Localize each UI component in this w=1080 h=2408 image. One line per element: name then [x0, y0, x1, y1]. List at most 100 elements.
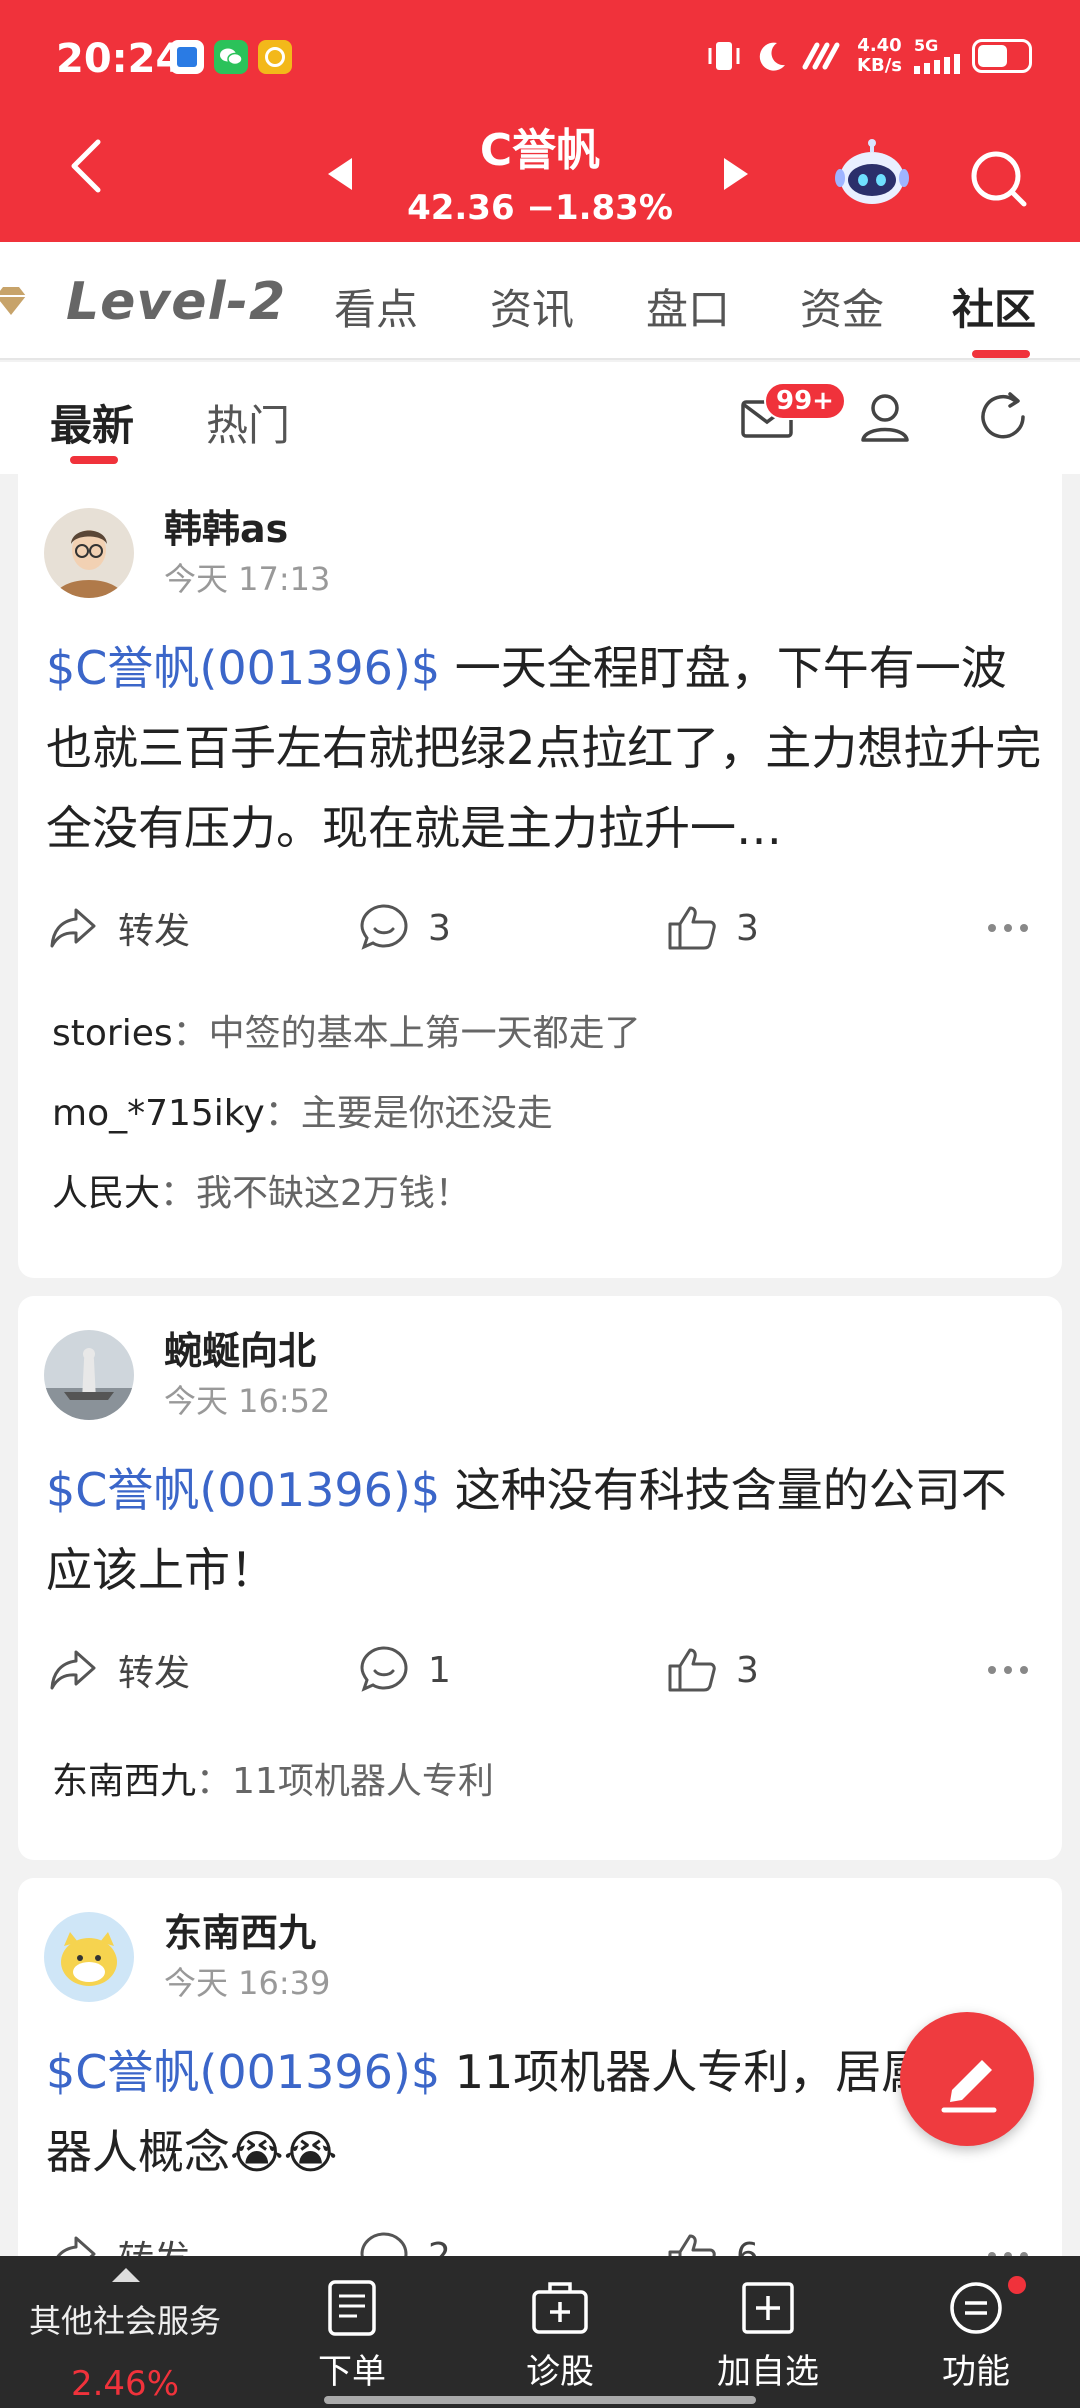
reply-item[interactable]: stories：中签的基本上第一天都走了 [52, 1004, 641, 1056]
battery-fill [978, 45, 1007, 67]
reply-item[interactable]: mo_*715iky：主要是你还没走 [52, 1084, 553, 1136]
coin-app-icon [258, 40, 292, 74]
reply-text: 中签的基本上第一天都走了 [208, 1013, 641, 1054]
post-author[interactable]: 东南西九 [164, 1902, 316, 1957]
share-label: 转发 [118, 911, 191, 952]
like-count: 3 [736, 1649, 759, 1691]
like-button[interactable]: 3 [666, 902, 759, 954]
comment-icon [360, 1646, 408, 1692]
refresh-icon[interactable] [974, 388, 1032, 446]
more-options-icon[interactable] [988, 924, 1028, 932]
sector-label: 其他社会服务 [28, 2302, 221, 2340]
avatar[interactable] [44, 1330, 134, 1420]
order-button[interactable]: 下单 [272, 2278, 432, 2393]
search-icon[interactable] [966, 146, 1030, 210]
order-label: 下单 [318, 2352, 386, 2392]
pencil-icon [941, 2060, 997, 2113]
level2-tab[interactable]: Level-2 [66, 272, 286, 332]
post-time: 今天 17:13 [164, 560, 331, 598]
post-time: 今天 16:52 [164, 1382, 331, 1420]
order-doc-icon [328, 2280, 376, 2336]
plus-square-icon [742, 2282, 794, 2334]
reply-text: 11项机器人专利 [232, 1761, 494, 1802]
user-icon[interactable] [856, 388, 914, 446]
more-options-icon[interactable] [988, 1666, 1028, 1674]
next-stock-button[interactable] [724, 158, 748, 190]
stock-tag-link[interactable]: $C誉帆(001396)$ [46, 641, 440, 695]
tab-hot[interactable]: 热门 [206, 392, 290, 453]
tab-kandian[interactable]: 看点 [334, 276, 418, 337]
tab-order-book[interactable]: 盘口 [646, 276, 730, 337]
post-actions: 转发 1 3 [18, 1644, 1062, 1704]
reply-item[interactable]: 人民大：我不缺这2万钱！ [52, 1164, 471, 1216]
comment-button[interactable]: 1 [358, 1644, 451, 1696]
post-author[interactable]: 蜿蜒向北 [164, 1320, 316, 1375]
comment-count: 1 [428, 1649, 451, 1691]
message-badge: 99+ [764, 382, 846, 420]
status-time: 20:24 [56, 36, 184, 82]
net-speed-value: 4.40 [857, 35, 902, 56]
diagnose-button[interactable]: 诊股 [480, 2278, 640, 2393]
net-speed: 4.40 KB/s [857, 36, 902, 76]
share-button[interactable]: 转发 [48, 902, 190, 954]
moon-icon [759, 42, 786, 71]
functions-button[interactable]: 功能 [896, 2278, 1056, 2393]
secondary-tab-bar: 最新 热门 99+ [0, 362, 1080, 474]
comment-icon [360, 904, 408, 950]
post-content[interactable]: $C誉帆(001396)$ 这种没有科技含量的公司不应该上市！ [46, 1450, 1046, 1610]
signal-brand-icon [802, 42, 840, 70]
avatar[interactable] [44, 1912, 134, 2002]
share-icon [50, 908, 96, 948]
home-indicator[interactable] [324, 2396, 756, 2404]
wechat-icon [214, 40, 248, 74]
network-type: 5G [914, 36, 939, 55]
like-button[interactable]: 3 [666, 1644, 759, 1696]
app-header: 20:24 4.40 KB/s 5G C誉帆 42.36 −1.83% [0, 0, 1080, 242]
avatar[interactable] [44, 508, 134, 598]
tab-news[interactable]: 资讯 [490, 276, 574, 337]
reply-text: 主要是你还没走 [300, 1093, 553, 1134]
sector-change: 2.46% [70, 2364, 179, 2404]
sector-indicator[interactable]: 其他社会服务 2.46% [0, 2296, 250, 2404]
tab-community[interactable]: 社区 [952, 276, 1036, 337]
active-subtab-indicator [70, 456, 118, 464]
tab-funds[interactable]: 资金 [800, 276, 884, 337]
comment-count: 3 [428, 907, 451, 949]
like-count: 3 [736, 907, 759, 949]
post-content[interactable]: $C誉帆(001396)$ 11项机器人专利，居属于机器人概念😭😭 [46, 2032, 1046, 2192]
post-author[interactable]: 韩韩as [164, 498, 288, 553]
diamond-icon [0, 287, 26, 315]
primary-tab-bar: Level-2 看点 资讯 盘口 资金 社区 [0, 242, 1080, 360]
menu-circle-icon [950, 2282, 1002, 2334]
reply-author: 人民大 [52, 1173, 161, 1214]
post-card[interactable]: 蜿蜒向北 今天 16:52 $C誉帆(001396)$ 这种没有科技含量的公司不… [18, 1296, 1062, 1860]
add-watchlist-button[interactable]: 加自选 [688, 2278, 848, 2393]
reply-author: stories [52, 1013, 173, 1054]
compose-post-button[interactable] [900, 2012, 1034, 2146]
functions-label: 功能 [942, 2352, 1010, 2392]
post-content[interactable]: $C誉帆(001396)$ 一天全程盯盘，下午有一波也就三百手左右就把绿2点拉红… [46, 628, 1046, 868]
stock-title: C誉帆 [479, 125, 601, 176]
expand-up-icon[interactable] [112, 2268, 140, 2282]
signal-icon [914, 54, 960, 74]
stock-nav-bar: C誉帆 42.36 −1.83% [0, 110, 1080, 242]
share-button[interactable]: 转发 [48, 1644, 190, 1696]
reply-author: mo_*715iky [52, 1093, 265, 1134]
stock-tag-link[interactable]: $C誉帆(001396)$ [46, 1463, 440, 1517]
medical-kit-icon [532, 2282, 588, 2334]
stock-tag-link[interactable]: $C誉帆(001396)$ [46, 2045, 440, 2099]
battery-icon [972, 39, 1032, 73]
notification-dot [1008, 2276, 1026, 2294]
post-card[interactable]: 韩韩as 今天 17:13 $C誉帆(001396)$ 一天全程盯盘，下午有一波… [18, 474, 1062, 1278]
robot-assistant-icon[interactable] [832, 138, 912, 208]
share-icon [50, 1650, 96, 1690]
reply-item[interactable]: 东南西九：11项机器人专利 [52, 1752, 494, 1804]
stock-price: 42.36 −1.83% [407, 188, 673, 228]
status-bar: 20:24 4.40 KB/s 5G [0, 0, 1080, 120]
tab-latest[interactable]: 最新 [50, 392, 134, 453]
net-speed-unit: KB/s [857, 55, 902, 76]
share-label: 转发 [118, 1653, 191, 1694]
diagnose-label: 诊股 [526, 2352, 594, 2392]
bottom-toolbar: 其他社会服务 2.46% 下单 诊股 加自选 功能 [0, 2256, 1080, 2408]
comment-button[interactable]: 3 [358, 902, 451, 954]
